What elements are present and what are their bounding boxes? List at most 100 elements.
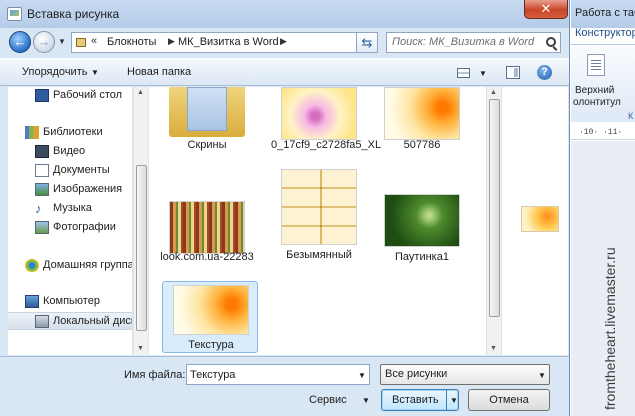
file-list: Скрины 0_17cf9_c2728fa5_XL 507786 look.c… [149,87,486,355]
tab-constructor[interactable]: Конструктор [575,27,635,39]
music-icon: ♪ [35,201,42,216]
header-command-line1[interactable]: Верхний [575,85,614,96]
homegroup-icon [25,259,39,272]
video-icon [35,145,49,158]
file-thumbnail [281,169,357,245]
folder-icon [169,87,245,137]
scrollbar-thumb[interactable] [136,165,147,331]
forward-arrow-icon[interactable]: → [33,31,55,53]
file-thumbnail [169,201,245,254]
nav-item-label: Документы [53,164,110,176]
scroll-down-icon[interactable]: ▼ [490,345,497,352]
file-name: look.com.ua-22283 [160,251,254,263]
scroll-up-icon[interactable]: ▲ [490,89,497,96]
cancel-button[interactable]: Отмена [468,389,550,411]
app-picture-icon [7,7,22,21]
nav-item-label: Музыка [53,202,92,214]
help-icon[interactable]: ? [537,65,552,80]
nav-item-local-disk[interactable]: Локальный диск [8,312,132,330]
nav-item-label: Домашняя группа [43,259,132,271]
nav-item-desktop[interactable]: Рабочий стол [8,87,132,105]
documents-icon [35,164,49,177]
scroll-up-icon[interactable]: ▲ [137,89,144,96]
header-document-icon[interactable] [587,54,605,76]
dialog-footer: Имя файла: ▼ Все рисунки ▼ Сервис ▼ Вста… [0,356,569,416]
scroll-down-icon[interactable]: ▼ [137,345,144,352]
nav-item-documents[interactable]: Документы [8,162,132,180]
new-folder-button[interactable]: Новая папка [127,66,191,78]
navigation-pane: Рабочий стол Библиотеки Видео Документы … [8,87,132,355]
nav-item-label: Фотографии [53,221,116,233]
header-command-line2[interactable]: олонтитул [573,97,621,108]
nav-item-label: Видео [53,145,86,157]
folder-icon [76,38,86,47]
nav-item-homegroup[interactable]: Домашняя группа [8,257,132,275]
chevron-down-icon[interactable]: ▼ [358,371,366,380]
file-name: Паутинка1 [395,251,449,263]
file-name: Скрины [187,139,227,151]
chevron-right-icon[interactable]: ▶ [168,36,175,47]
command-bar: Упорядочить ▼ Новая папка ▼ ? [0,58,569,86]
breadcrumb-overflow[interactable]: « [91,35,97,47]
file-item-texture[interactable]: Текстура [162,281,258,353]
organize-button[interactable]: Упорядочить [22,66,87,78]
nav-item-label: Библиотеки [43,126,103,138]
file-name: Текстура [188,339,234,351]
files-scrollbar[interactable]: ▲ ▼ [486,87,501,355]
file-thumbnail [281,87,357,140]
chevron-down-icon[interactable]: ▼ [538,371,546,380]
scrollbar-thumb[interactable] [489,99,500,317]
tools-button[interactable]: Сервис [309,394,347,406]
file-item-web[interactable]: Паутинка1 [374,194,470,264]
breadcrumb-notebooks[interactable]: Блокноты [107,36,156,48]
ruler: ·10· ·11· [571,126,635,140]
back-arrow-icon[interactable]: ← [9,31,31,53]
change-view-icon[interactable] [457,68,470,78]
chevron-down-icon[interactable]: ▼ [479,69,487,78]
close-button[interactable]: ✕ [524,0,568,19]
libraries-icon [25,126,39,139]
insert-picture-dialog: Вставка рисунка ✕ ← → ▼ « Блокноты ▶ МК_… [0,0,570,416]
images-icon [35,183,49,196]
filename-field[interactable] [186,364,370,385]
file-thumbnail [384,87,460,140]
file-type-select[interactable]: Все рисунки [380,364,550,385]
chevron-down-icon[interactable]: ▼ [91,68,99,77]
preview-pane [502,87,568,355]
nav-item-computer[interactable]: Компьютер [8,293,132,311]
nav-item-label: Компьютер [43,295,100,307]
file-thumbnail [173,285,249,335]
word-title-bar: Работа с таб [571,0,635,28]
file-item-507786[interactable]: 507786 [374,87,470,157]
watermark-text: fromtheheart.livemaster.ru [602,247,618,410]
search-icon[interactable] [546,37,556,47]
search-input[interactable]: Поиск: МК_Визитка в Word [386,32,561,53]
ribbon-group-label: К [628,111,634,121]
chevron-down-icon[interactable]: ▼ [362,396,370,405]
nav-item-photos[interactable]: Фотографии [8,219,132,237]
split-divider [446,390,447,410]
nav-item-video[interactable]: Видео [8,143,132,161]
file-thumbnail [384,194,460,247]
refresh-icon[interactable]: ⇆ [356,32,378,53]
nav-item-libraries[interactable]: Библиотеки [8,124,132,142]
file-item-screens[interactable]: Скрины [159,87,255,157]
word-context-title: Работа с таб [575,7,635,19]
chevron-down-icon[interactable]: ▼ [450,396,458,405]
nav-scrollbar[interactable]: ▲ ▼ [133,87,148,355]
file-item-flowers[interactable]: 0_17cf9_c2728fa5_XL [271,87,381,167]
preview-image [521,206,559,232]
photos-icon [35,221,49,234]
nav-item-label: Изображения [53,183,123,195]
preview-pane-icon[interactable] [506,66,520,79]
file-item-cards[interactable]: Безымянный [271,169,367,261]
breadcrumb-current-folder[interactable]: МК_Визитка в Word [178,36,279,48]
nav-item-music[interactable]: ♪ Музыка [8,200,132,218]
nav-item-images[interactable]: Изображения [8,181,132,199]
address-bar[interactable]: « Блокноты ▶ МК_Визитка в Word ▶ ▼ [71,32,377,53]
word-ribbon: Верхний олонтитул К [571,44,635,122]
history-dropdown-icon[interactable]: ▼ [58,36,68,48]
file-item-stripes[interactable]: look.com.ua-22283 [159,201,255,281]
chevron-right-icon[interactable]: ▶ [280,36,287,47]
insert-button[interactable]: Вставить [381,389,459,411]
